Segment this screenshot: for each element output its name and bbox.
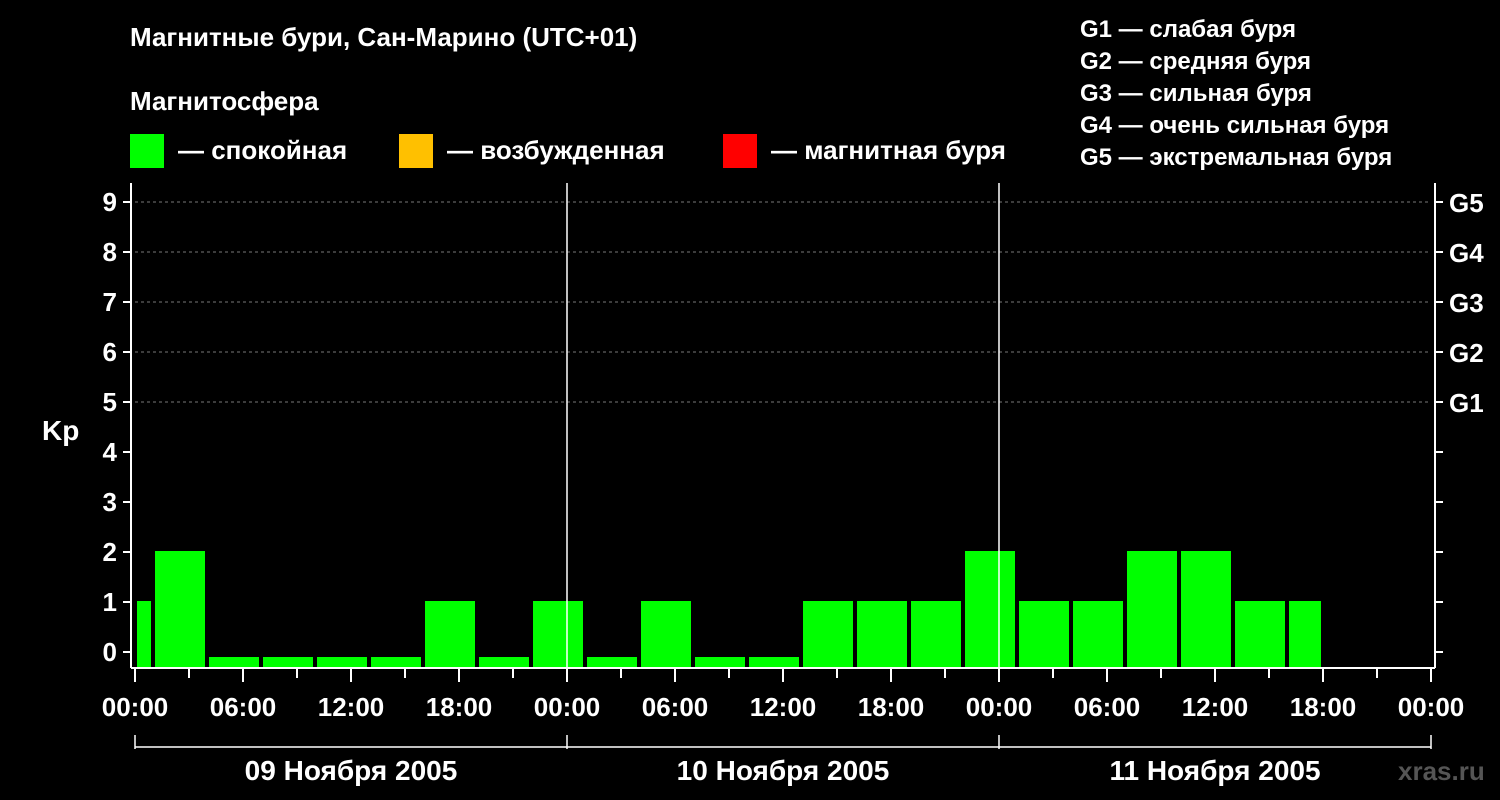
kp-bar xyxy=(209,657,259,668)
y-tick-label: 0 xyxy=(103,637,117,667)
kp-bar xyxy=(857,601,907,668)
x-tick-label: 12:00 xyxy=(750,692,817,722)
g-scale-label: G3 xyxy=(1449,288,1484,318)
y-tick-label: 8 xyxy=(103,237,117,267)
x-tick-label: 18:00 xyxy=(426,692,493,722)
kp-bar xyxy=(1127,551,1177,668)
kp-bar xyxy=(1073,601,1123,668)
y-tick-label: 4 xyxy=(103,437,118,467)
x-tick-label: 12:00 xyxy=(318,692,385,722)
g-scale-label: G2 xyxy=(1449,338,1484,368)
y-tick-label: 1 xyxy=(103,587,117,617)
x-tick-label: 00:00 xyxy=(1398,692,1465,722)
y-tick-label: 5 xyxy=(103,387,117,417)
kp-bar xyxy=(1181,551,1231,668)
x-tick-label: 12:00 xyxy=(1182,692,1249,722)
g-scale-label: G1 xyxy=(1449,388,1484,418)
kp-bar xyxy=(749,657,799,668)
day-label: 09 Ноября 2005 xyxy=(245,755,458,786)
x-tick-label: 18:00 xyxy=(1290,692,1357,722)
x-tick-label: 06:00 xyxy=(1074,692,1141,722)
kp-bar xyxy=(1289,601,1321,668)
y-tick-label: 2 xyxy=(103,537,117,567)
kp-bar xyxy=(533,601,583,668)
kp-bar xyxy=(317,657,367,668)
kp-bar xyxy=(479,657,529,668)
kp-bar xyxy=(641,601,691,668)
y-tick-label: 6 xyxy=(103,337,117,367)
x-tick-label: 00:00 xyxy=(102,692,169,722)
y-tick-label: 7 xyxy=(103,287,117,317)
kp-bar xyxy=(425,601,475,668)
kp-bar xyxy=(803,601,853,668)
x-tick-label: 18:00 xyxy=(858,692,925,722)
g-scale-label: G4 xyxy=(1449,238,1484,268)
x-tick-label: 06:00 xyxy=(642,692,709,722)
x-tick-label: 00:00 xyxy=(966,692,1033,722)
y-tick-label: 3 xyxy=(103,487,117,517)
kp-bar xyxy=(965,551,1015,668)
x-tick-label: 00:00 xyxy=(534,692,601,722)
kp-bar xyxy=(155,551,205,668)
day-label: 11 Ноября 2005 xyxy=(1109,755,1320,786)
y-axis-label: Kp xyxy=(42,415,79,446)
kp-bar xyxy=(1019,601,1069,668)
watermark: xras.ru xyxy=(1398,756,1485,786)
kp-bar xyxy=(263,657,313,668)
kp-bar xyxy=(587,657,637,668)
kp-bar xyxy=(137,601,151,668)
x-tick-label: 06:00 xyxy=(210,692,277,722)
y-tick-label: 9 xyxy=(103,187,117,217)
kp-bar xyxy=(1235,601,1285,668)
kp-bar xyxy=(371,657,421,668)
day-label: 10 Ноября 2005 xyxy=(677,755,890,786)
kp-bar xyxy=(695,657,745,668)
kp-bar xyxy=(911,601,961,668)
kp-chart: 0 1 2 3 4 5 6 7 8 9 G1 G2 G3 G4 G5 Kp 00:00 06:00 12:00 18:… xyxy=(42,183,1484,786)
g-scale-label: G5 xyxy=(1449,188,1484,218)
